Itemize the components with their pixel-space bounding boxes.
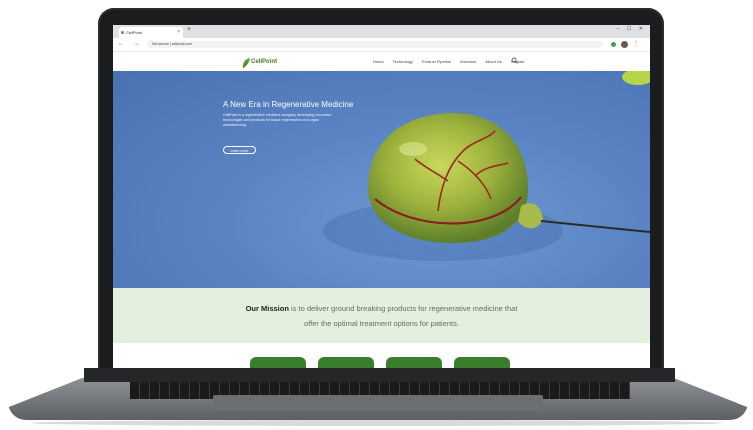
url-input[interactable]: Not secure | cellpoint.com (147, 41, 603, 48)
tab-title: CellPoint (126, 30, 143, 35)
leaf-logo-icon (242, 58, 250, 69)
nav-about-us[interactable]: About Us (485, 59, 501, 64)
hero-title: A New Era in Regenerative Medicine (223, 100, 354, 109)
nav-product-pipeline[interactable]: Product Pipeline (422, 59, 451, 64)
mission-lead: Our Mission (245, 304, 289, 313)
nav-investors[interactable]: Investors (460, 59, 476, 64)
browser-tab[interactable]: CellPoint × (119, 27, 183, 38)
site-header: CellPoint Home Technology Product Pipeli… (113, 52, 650, 71)
laptop-hinge (84, 368, 675, 382)
tab-bar: CellPoint × + – ☐ ✕ (113, 25, 650, 38)
mission-line-1: Our Mission is to deliver ground breakin… (113, 304, 650, 313)
mission-text-1: is to deliver ground breaking products f… (288, 304, 518, 313)
browser-menu-icon[interactable]: ⋮ (633, 40, 639, 47)
nav-technology[interactable]: Technology (393, 59, 413, 64)
hero-banner: A New Era in Regenerative Medicine CellP… (113, 71, 650, 288)
logo-text: CellPoint (251, 59, 278, 65)
extension-icon[interactable] (611, 42, 616, 47)
favicon-icon (121, 31, 124, 34)
profile-avatar[interactable] (621, 41, 628, 48)
hero-image (323, 71, 650, 261)
browser-screen: CellPoint × + – ☐ ✕ ← → ↻ Not secure | c… (113, 25, 650, 368)
new-tab-icon[interactable]: + (187, 26, 191, 33)
mission-section: Our Mission is to deliver ground breakin… (113, 288, 650, 343)
nav-home[interactable]: Home (373, 59, 384, 64)
window-controls[interactable]: – ☐ ✕ (617, 26, 646, 32)
address-bar: ← → ↻ Not secure | cellpoint.com ⋮ (113, 38, 650, 52)
hero-description: CellPoint is a regenerative medicine com… (223, 113, 332, 128)
site-logo[interactable]: CellPoint (241, 56, 277, 69)
learn-more-button[interactable]: Learn more (223, 146, 256, 154)
laptop-shadow (30, 420, 723, 426)
feature-card[interactable] (318, 357, 374, 368)
feature-card[interactable] (386, 357, 442, 368)
close-tab-icon[interactable]: × (177, 27, 180, 38)
feature-cards (113, 343, 650, 368)
mission-line-2: offer the optimal treatment options for … (304, 319, 459, 328)
feature-card[interactable] (250, 357, 306, 368)
laptop-trackpad (213, 395, 543, 410)
feature-card[interactable] (454, 357, 510, 368)
search-icon[interactable] (511, 57, 518, 64)
main-nav: Home Technology Product Pipeline Investo… (373, 59, 525, 64)
